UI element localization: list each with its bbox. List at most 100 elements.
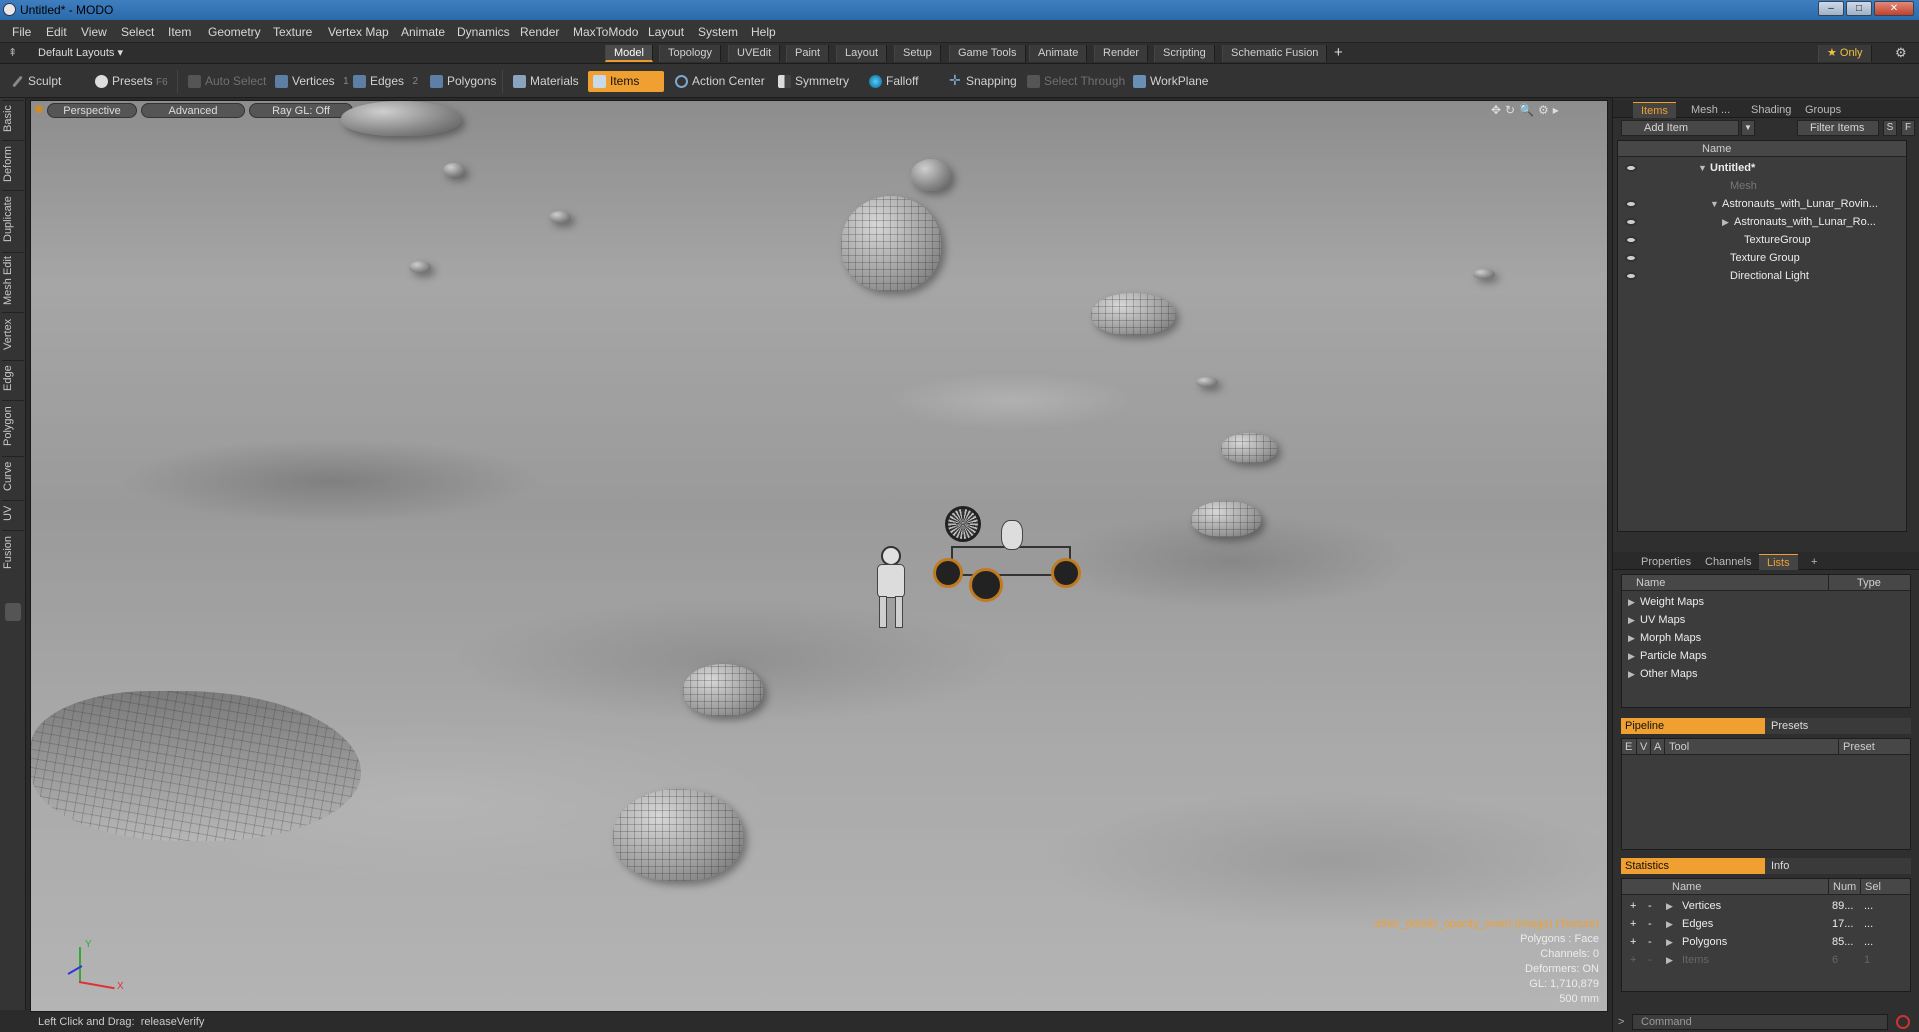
snapping-button[interactable]: ✛ Snapping — [944, 71, 1023, 92]
eye-icon[interactable] — [1625, 272, 1637, 280]
tab-topology[interactable]: Topology — [659, 45, 722, 62]
tab-curve[interactable]: Curve — [2, 456, 24, 496]
tab-game-tools[interactable]: Game Tools — [949, 45, 1026, 62]
tab-uv[interactable]: UV — [2, 500, 24, 526]
stats-row[interactable]: + - ▶ Vertices 89...... — [1622, 897, 1910, 915]
stats-row[interactable]: + - ▶ Polygons 85...... — [1622, 933, 1910, 951]
viewport-nav-icons[interactable]: ✥↻🔍⚙▸ — [1491, 103, 1563, 117]
layout-arrow-icon[interactable]: ⇞ — [8, 46, 17, 59]
tab-statistics[interactable]: Statistics — [1621, 858, 1765, 874]
f-button[interactable]: F — [1901, 120, 1915, 136]
maximize-button[interactable]: □ — [1846, 1, 1872, 16]
items-button[interactable]: Items — [588, 71, 664, 92]
command-input[interactable]: Command — [1632, 1014, 1888, 1030]
tab-uvedit[interactable]: UVEdit — [728, 45, 781, 62]
vertices-button[interactable]: Vertices 1 — [270, 71, 349, 92]
minimize-button[interactable]: – — [1818, 1, 1844, 16]
tab-schematic-fusion[interactable]: Schematic Fusion — [1222, 45, 1328, 62]
tab-mesh-edit[interactable]: Mesh Edit — [2, 252, 24, 308]
add-panel-tab[interactable]: + — [1803, 554, 1825, 570]
tab-vertex[interactable]: Vertex — [2, 312, 24, 356]
materials-button[interactable]: Materials — [508, 71, 585, 92]
workplane-button[interactable]: WorkPlane — [1128, 71, 1214, 92]
tab-pipeline[interactable]: Pipeline — [1621, 718, 1765, 734]
tab-duplicate[interactable]: Duplicate — [2, 190, 24, 248]
tab-scripting[interactable]: Scripting — [1154, 45, 1215, 62]
raygl-toggle[interactable]: Ray GL: Off — [249, 103, 353, 118]
tab-model[interactable]: Model — [605, 45, 653, 62]
stats-row[interactable]: + - ▶ Items 6 1 — [1622, 951, 1910, 969]
tab-groups[interactable]: Groups — [1797, 102, 1849, 118]
list-item[interactable]: ▶ Other Maps — [1628, 665, 1697, 683]
menu-edit[interactable]: Edit — [46, 25, 67, 39]
item-row[interactable]: ▶ Astronauts_with_Lunar_Ro... — [1618, 213, 1906, 231]
tab-properties[interactable]: Properties — [1633, 554, 1699, 570]
menu-file[interactable]: File — [12, 25, 31, 39]
menu-select[interactable]: Select — [121, 25, 154, 39]
item-row[interactable]: TextureGroup — [1618, 231, 1906, 249]
eye-icon[interactable] — [1625, 254, 1637, 262]
menu-animate[interactable]: Animate — [401, 25, 445, 39]
polygons-button[interactable]: Polygons — [425, 71, 502, 92]
item-row[interactable]: Texture Group — [1618, 249, 1906, 267]
item-row[interactable]: Directional Light — [1618, 267, 1906, 285]
3d-viewport[interactable]: Perspective Advanced Ray GL: Off ✥↻🔍⚙▸ Y… — [30, 100, 1608, 1012]
tool-pin-icon[interactable] — [5, 603, 21, 621]
menu-layout[interactable]: Layout — [648, 25, 684, 39]
list-item[interactable]: ▶ Weight Maps — [1628, 593, 1704, 611]
action-center-button[interactable]: Action Center — [670, 71, 771, 92]
sculpt-button[interactable]: Sculpt — [6, 71, 67, 92]
menu-view[interactable]: View — [81, 25, 107, 39]
tab-animate[interactable]: Animate — [1029, 45, 1088, 62]
gear-icon[interactable]: ⚙ — [1895, 45, 1907, 61]
menu-dynamics[interactable]: Dynamics — [457, 25, 510, 39]
eye-icon[interactable] — [1625, 218, 1637, 226]
symmetry-button[interactable]: Symmetry — [773, 71, 855, 92]
tab-info[interactable]: Info — [1765, 858, 1911, 874]
menu-geometry[interactable]: Geometry — [208, 25, 261, 39]
menu-item[interactable]: Item — [168, 25, 191, 39]
menu-help[interactable]: Help — [751, 25, 776, 39]
astronaut[interactable] — [869, 546, 913, 631]
add-item-dropdown-icon[interactable]: ▼ — [1741, 120, 1755, 136]
tab-fusion[interactable]: Fusion — [2, 530, 24, 574]
falloff-button[interactable]: Falloff — [864, 71, 924, 92]
eye-icon[interactable] — [1625, 236, 1637, 244]
eye-icon[interactable] — [1625, 200, 1637, 208]
shading-dropdown[interactable]: Advanced — [141, 103, 245, 118]
filter-items-input[interactable]: Filter Items — [1797, 120, 1879, 136]
menu-vertex-map[interactable]: Vertex Map — [328, 25, 389, 39]
tab-setup[interactable]: Setup — [894, 45, 941, 62]
item-row[interactable]: Mesh — [1618, 177, 1906, 195]
s-button[interactable]: S — [1883, 120, 1897, 136]
stats-row[interactable]: + - ▶ Edges 17...... — [1622, 915, 1910, 933]
tab-paint[interactable]: Paint — [786, 45, 830, 62]
viewport-menu-icon[interactable] — [35, 105, 43, 113]
tab-presets[interactable]: Presets — [1765, 718, 1911, 734]
tab-basic[interactable]: Basic — [2, 100, 24, 136]
menu-system[interactable]: System — [698, 25, 738, 39]
add-tab-button[interactable]: + — [1334, 44, 1343, 61]
menu-maxtomodo[interactable]: MaxToModo — [573, 25, 638, 39]
tab-deform[interactable]: Deform — [2, 140, 24, 186]
tab-polygon[interactable]: Polygon — [2, 400, 24, 452]
tab-items[interactable]: Items — [1633, 102, 1676, 118]
add-item-button[interactable]: Add Item — [1621, 120, 1739, 136]
item-row[interactable]: ▼ Astronauts_with_Lunar_Rovin... — [1618, 195, 1906, 213]
perspective-dropdown[interactable]: Perspective — [47, 103, 137, 118]
item-row[interactable]: ▼ Untitled* — [1618, 159, 1906, 177]
lunar-rover[interactable] — [911, 506, 1096, 602]
menu-render[interactable]: Render — [520, 25, 559, 39]
menu-texture[interactable]: Texture — [273, 25, 312, 39]
list-item[interactable]: ▶ Particle Maps — [1628, 647, 1707, 665]
eye-icon[interactable] — [1625, 164, 1637, 172]
close-button[interactable]: ✕ — [1874, 1, 1914, 16]
tab-shading[interactable]: Shading — [1743, 102, 1799, 118]
tab-layout[interactable]: Layout — [836, 45, 888, 62]
edges-button[interactable]: Edges 2 — [348, 71, 418, 92]
list-item[interactable]: ▶ Morph Maps — [1628, 629, 1701, 647]
tab-render[interactable]: Render — [1094, 45, 1149, 62]
select-through-button[interactable]: Select Through — [1022, 71, 1131, 92]
list-item[interactable]: ▶ UV Maps — [1628, 611, 1685, 629]
tab-channels[interactable]: Channels — [1697, 554, 1759, 570]
